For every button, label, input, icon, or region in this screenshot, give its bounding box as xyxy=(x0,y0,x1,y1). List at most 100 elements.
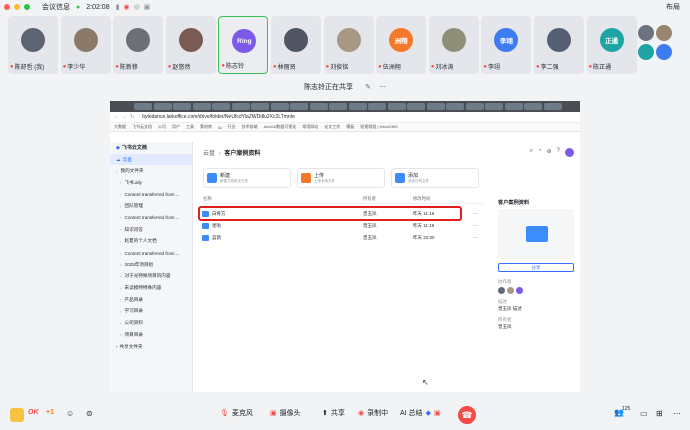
browser-tab[interactable] xyxy=(134,103,152,110)
thumbs-up-icon[interactable] xyxy=(10,408,24,422)
more-participants[interactable] xyxy=(636,22,684,70)
participant-tile[interactable]: ● 林丽贤 xyxy=(270,16,321,74)
reload-icon[interactable]: ↻ xyxy=(130,114,134,120)
browser-tab[interactable] xyxy=(309,103,328,110)
chat-icon[interactable]: ▭ xyxy=(640,409,648,418)
participant-tile[interactable]: Ring ● 陈志铃 xyxy=(218,16,269,74)
sidebar-item[interactable]: › Content transferred from ... xyxy=(110,189,192,201)
participant-tile[interactable]: ● 李二强 xyxy=(533,16,584,74)
browser-tab[interactable] xyxy=(270,103,289,110)
participant-tile[interactable]: ● 陈舒哲 (我) xyxy=(8,16,58,74)
avatar[interactable] xyxy=(565,148,574,157)
bookmark-item[interactable]: Ai xyxy=(218,125,222,130)
bookmark-item[interactable]: 技术前端 xyxy=(242,124,258,130)
avatar[interactable] xyxy=(516,287,523,294)
participant-tile[interactable]: 洲翔 ● 伍洲翔 xyxy=(376,16,427,74)
participant-tile[interactable]: ● 刘俊铭 xyxy=(323,16,374,74)
forward-icon[interactable]: → xyxy=(122,114,127,120)
browser-tab[interactable] xyxy=(524,103,542,110)
row-more-icon[interactable]: ⋯ xyxy=(473,211,478,217)
back-icon[interactable]: ← xyxy=(114,114,119,120)
layout-button[interactable]: 布局 xyxy=(666,2,680,12)
sidebar-item[interactable]: › Content transferred from ... xyxy=(110,212,192,224)
bookmark-item[interactable]: 常用网站 xyxy=(302,124,318,130)
notification-icon[interactable]: ◔ xyxy=(538,148,542,157)
browser-tab[interactable] xyxy=(153,103,172,110)
bookmark-item[interactable]: AesGA数据可视化 xyxy=(264,124,297,130)
browser-tab[interactable] xyxy=(446,103,464,110)
column-owner[interactable]: 所有者 xyxy=(363,196,413,202)
meeting-info-button[interactable]: 会议信息 xyxy=(42,2,70,12)
url-field[interactable]: bytedance.larkoffice.com/drive/folder/Ne… xyxy=(142,114,295,120)
sidebar-item[interactable]: › 赵夏的个人文档 xyxy=(110,236,192,248)
annotate-icon[interactable]: ✎ xyxy=(365,83,371,91)
help-icon[interactable]: ? xyxy=(557,148,560,157)
sidebar-item[interactable]: › 学习目录 xyxy=(110,306,192,318)
browser-tab[interactable] xyxy=(348,103,367,110)
sidebar-item[interactable]: › 飞书.ally xyxy=(110,177,192,189)
add-icon[interactable]: ⊕ xyxy=(547,148,552,157)
browser-tab[interactable] xyxy=(192,103,211,110)
action-card[interactable]: 新建 新建文档和文件夹 xyxy=(203,168,291,188)
participant-tile[interactable]: 李翊 ● 李翊 xyxy=(481,16,532,74)
row-more-icon[interactable]: ⋯ xyxy=(473,223,478,229)
camera-button[interactable]: ▣ 摄像头 xyxy=(270,408,301,418)
bookmark-item[interactable]: 飞书云文档 xyxy=(132,124,152,130)
ai-summary-button[interactable]: AI 总结 ◆ ▣ xyxy=(400,408,441,418)
table-row[interactable]: 蓝鹊 曾玉凤 昨天 22:00 ⋯ xyxy=(202,232,487,243)
sidebar-item[interactable]: › 对于光特殊项目的内容 xyxy=(110,271,192,283)
bookmark-item[interactable]: 用户 xyxy=(172,124,180,130)
minimize-window-icon[interactable] xyxy=(14,4,20,10)
search-icon[interactable]: ⌕ xyxy=(530,148,533,157)
browser-tab[interactable] xyxy=(485,103,503,110)
browser-tab[interactable] xyxy=(407,103,425,110)
emoji-icon[interactable]: ☺ xyxy=(66,409,74,418)
avatar[interactable] xyxy=(498,287,505,294)
browser-tab[interactable] xyxy=(251,103,269,110)
ok-reaction-button[interactable]: OK xyxy=(28,409,39,416)
sidebar-item[interactable]: › 公司资料 xyxy=(110,317,192,329)
column-name[interactable]: 名称 xyxy=(203,196,363,202)
sidebar-item-cloud[interactable]: ☁ 云盘 xyxy=(110,153,192,166)
bookmark-item[interactable]: 行业 xyxy=(228,124,236,130)
participant-tile[interactable]: 正通 ● 陈正通 xyxy=(586,16,637,74)
sidebar-item[interactable]: › 团队管理 xyxy=(110,200,192,212)
sidebar-item[interactable]: › 未读模特特殊内容 xyxy=(110,282,192,294)
sidebar-item[interactable]: › 我的文件夹 xyxy=(110,165,192,177)
sidebar-item-shared[interactable]: › 共享文件夹 xyxy=(110,341,192,353)
browser-tab[interactable] xyxy=(173,103,191,110)
browser-tab[interactable] xyxy=(543,103,562,110)
sidebar-item[interactable]: › 2025年项目组 xyxy=(110,259,192,271)
sidebar-item[interactable]: › 产品目录 xyxy=(110,294,192,306)
reactions-more-icon[interactable]: ⊜ xyxy=(86,409,93,418)
row-more-icon[interactable]: ⋯ xyxy=(473,235,478,241)
participant-tile[interactable]: ● 李少华 xyxy=(60,16,111,74)
browser-tab[interactable] xyxy=(290,103,308,110)
participant-tile[interactable]: ● 刘冰涛 xyxy=(428,16,479,74)
browser-tab[interactable] xyxy=(465,103,484,110)
sidebar-item[interactable]: › 知识问答 xyxy=(110,224,192,236)
bookmark-item[interactable]: 短视频组 | HanoSMS xyxy=(360,124,398,130)
avatar[interactable] xyxy=(507,287,514,294)
bookmark-item[interactable]: 论文工作 xyxy=(324,124,340,130)
more-icon[interactable]: ⋯ xyxy=(379,83,386,91)
plus-one-reaction-button[interactable]: +1 xyxy=(46,409,54,416)
participant-tile[interactable]: ● 陈新移 xyxy=(113,16,164,74)
bookmark-item[interactable]: 工具 xyxy=(186,124,194,130)
bookmark-item[interactable]: 模板 xyxy=(346,124,354,130)
table-row[interactable]: 星啦 曾玉凤 昨天 11:19 ⋯ xyxy=(202,220,487,231)
recording-button[interactable]: ◉ 录制中 xyxy=(358,408,388,418)
leave-meeting-button[interactable]: ☎ xyxy=(458,406,476,424)
sidebar-item[interactable]: › Content transferred from ... xyxy=(110,247,192,259)
maximize-window-icon[interactable] xyxy=(24,4,30,10)
bookmark-item[interactable]: 公司 xyxy=(158,124,166,130)
action-card[interactable]: 上传 上传本地文件 xyxy=(297,168,385,188)
apps-icon[interactable]: ⊞ xyxy=(656,409,663,418)
participant-tile[interactable]: ● 赵悠然 xyxy=(165,16,216,74)
more-icon[interactable]: ⋯ xyxy=(673,409,681,418)
share-screen-button[interactable]: ⬆ 共享 xyxy=(322,408,345,418)
action-card[interactable]: 添加 添加已有文件 xyxy=(391,168,479,188)
column-modified[interactable]: 修改时间 xyxy=(413,196,473,202)
browser-tab[interactable] xyxy=(504,103,523,110)
mic-button[interactable]: 🎙 麦克风 xyxy=(220,408,253,418)
